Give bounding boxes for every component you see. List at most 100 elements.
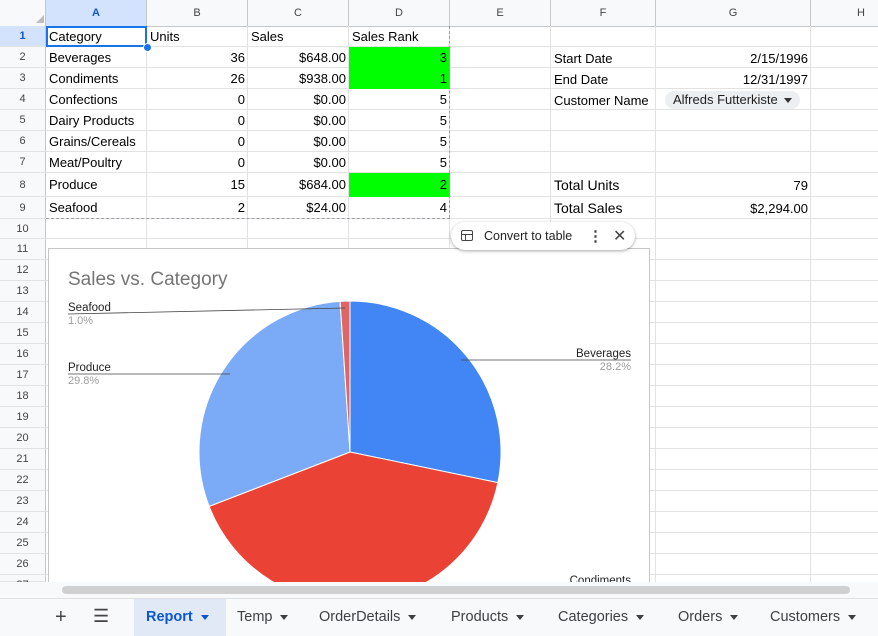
tab-menu-caret-icon[interactable]	[408, 614, 417, 620]
cell-rank[interactable]: 2	[349, 173, 450, 197]
tab-menu-caret-icon[interactable]	[848, 614, 857, 620]
sheet-tab-report[interactable]: Report	[134, 599, 226, 636]
cell-sales[interactable]: $24.00	[248, 197, 349, 219]
horizontal-scrollbar[interactable]	[0, 582, 878, 598]
total-units-value[interactable]: 79	[656, 174, 811, 197]
pie-chart[interactable]: Sales vs. Category Beverages 28.2% Condime…	[48, 248, 650, 582]
row-header-13[interactable]: 13	[0, 281, 46, 302]
end-date-label[interactable]: End Date	[551, 69, 656, 90]
row-header-8[interactable]: 8	[0, 173, 46, 197]
cell-units[interactable]: 36	[147, 47, 248, 68]
row-header-12[interactable]: 12	[0, 260, 46, 281]
sheet-tab-customers[interactable]: Customers	[770, 599, 870, 636]
row-header-3[interactable]: 3	[0, 68, 46, 89]
row-header-23[interactable]: 23	[0, 491, 46, 512]
convert-to-table-button[interactable]: Convert to table	[484, 229, 572, 243]
cell-units[interactable]: 0	[147, 110, 248, 131]
cell-units[interactable]: 15	[147, 173, 248, 197]
cell-rank[interactable]: 5	[349, 110, 450, 131]
cell-sales[interactable]: $0.00	[248, 89, 349, 110]
cell-rank[interactable]: 5	[349, 152, 450, 173]
row-header-24[interactable]: 24	[0, 512, 46, 533]
column-header-b[interactable]: B	[147, 0, 248, 26]
row-header-2[interactable]: 2	[0, 47, 46, 68]
cell-category[interactable]: Meat/Poultry	[46, 152, 147, 173]
row-header-5[interactable]: 5	[0, 110, 46, 131]
cell-rank[interactable]: 1	[349, 68, 450, 89]
cell-units[interactable]: 26	[147, 68, 248, 89]
row-header-11[interactable]: 11	[0, 239, 46, 260]
row-header-25[interactable]: 25	[0, 533, 46, 554]
row-header-17[interactable]: 17	[0, 365, 46, 386]
tab-menu-caret-icon[interactable]	[636, 614, 645, 620]
row-header-6[interactable]: 6	[0, 131, 46, 152]
sheet-tab-products[interactable]: Products	[451, 599, 547, 636]
cell-units[interactable]: 0	[147, 131, 248, 152]
row-header-15[interactable]: 15	[0, 323, 46, 344]
cell-sales[interactable]: $0.00	[248, 110, 349, 131]
tab-menu-caret-icon[interactable]	[200, 614, 209, 620]
column-header-h[interactable]: H	[811, 0, 878, 26]
fill-handle[interactable]	[143, 43, 152, 52]
sheet-tab-categories[interactable]: Categories	[558, 599, 666, 636]
tab-menu-caret-icon[interactable]	[516, 614, 525, 620]
sheet-tab-temp[interactable]: Temp	[237, 599, 307, 636]
row-header-26[interactable]: 26	[0, 554, 46, 575]
column-header-c[interactable]: C	[248, 0, 349, 26]
row-header-19[interactable]: 19	[0, 407, 46, 428]
column-header-g[interactable]: G	[656, 0, 811, 26]
row-header-7[interactable]: 7	[0, 152, 46, 173]
cell-units[interactable]: 0	[147, 152, 248, 173]
row-header-16[interactable]: 16	[0, 344, 46, 365]
header-units[interactable]: Units	[147, 26, 248, 47]
total-sales-value[interactable]: $2,294.00	[656, 197, 811, 220]
row-header-9[interactable]: 9	[0, 197, 46, 219]
cell-sales[interactable]: $938.00	[248, 68, 349, 89]
start-date-label[interactable]: Start Date	[551, 48, 656, 69]
cell-sales[interactable]: $684.00	[248, 173, 349, 197]
sheet-tab-orders[interactable]: Orders	[678, 599, 760, 636]
close-icon[interactable]: ✕	[613, 226, 626, 246]
sheet-tab-orderdetails[interactable]: OrderDetails	[319, 599, 439, 636]
select-all-corner[interactable]	[0, 0, 46, 26]
row-header-22[interactable]: 22	[0, 470, 46, 491]
column-header-a[interactable]: A	[46, 0, 147, 26]
row-header-21[interactable]: 21	[0, 449, 46, 470]
pie-slice-beverages[interactable]	[349, 300, 502, 484]
total-units-label[interactable]: Total Units	[551, 174, 656, 197]
cell-category[interactable]: Condiments	[46, 68, 147, 89]
cell-category[interactable]: Grains/Cereals	[46, 131, 147, 152]
cell-category[interactable]: Dairy Products	[46, 110, 147, 131]
header-sales-rank[interactable]: Sales Rank	[349, 26, 450, 47]
cell-sales[interactable]: $0.00	[248, 131, 349, 152]
row-header-27[interactable]: 27	[0, 575, 46, 591]
header-sales[interactable]: Sales	[248, 26, 349, 47]
cell-units[interactable]: 2	[147, 197, 248, 219]
row-header-4[interactable]: 4	[0, 89, 46, 110]
row-header-14[interactable]: 14	[0, 302, 46, 323]
row-header-18[interactable]: 18	[0, 386, 46, 407]
column-header-d[interactable]: D	[349, 0, 450, 26]
cell-category[interactable]: Produce	[46, 173, 147, 197]
row-header-1[interactable]: 1	[0, 26, 46, 47]
customer-name-label[interactable]: Customer Name	[551, 90, 656, 111]
total-sales-label[interactable]: Total Sales	[551, 197, 656, 220]
cell-units[interactable]: 0	[147, 89, 248, 110]
row-header-20[interactable]: 20	[0, 428, 46, 449]
end-date-value[interactable]: 12/31/1997	[656, 69, 811, 90]
column-header-f[interactable]: F	[551, 0, 656, 26]
cell-sales[interactable]: $0.00	[248, 152, 349, 173]
plus-icon[interactable]: +	[55, 607, 67, 627]
cell-category[interactable]: Beverages	[46, 47, 147, 68]
more-vert-icon[interactable]: ⋮	[588, 227, 603, 245]
cell-category[interactable]: Seafood	[46, 197, 147, 219]
list-icon[interactable]: ☰	[93, 606, 109, 626]
tab-menu-caret-icon[interactable]	[280, 614, 289, 620]
row-header-10[interactable]: 10	[0, 219, 46, 239]
cell-rank[interactable]: 5	[349, 89, 450, 110]
start-date-value[interactable]: 2/15/1996	[656, 48, 811, 69]
cell-sales[interactable]: $648.00	[248, 47, 349, 68]
cell-rank[interactable]: 3	[349, 47, 450, 68]
tab-menu-caret-icon[interactable]	[730, 614, 739, 620]
column-header-e[interactable]: E	[450, 0, 551, 26]
